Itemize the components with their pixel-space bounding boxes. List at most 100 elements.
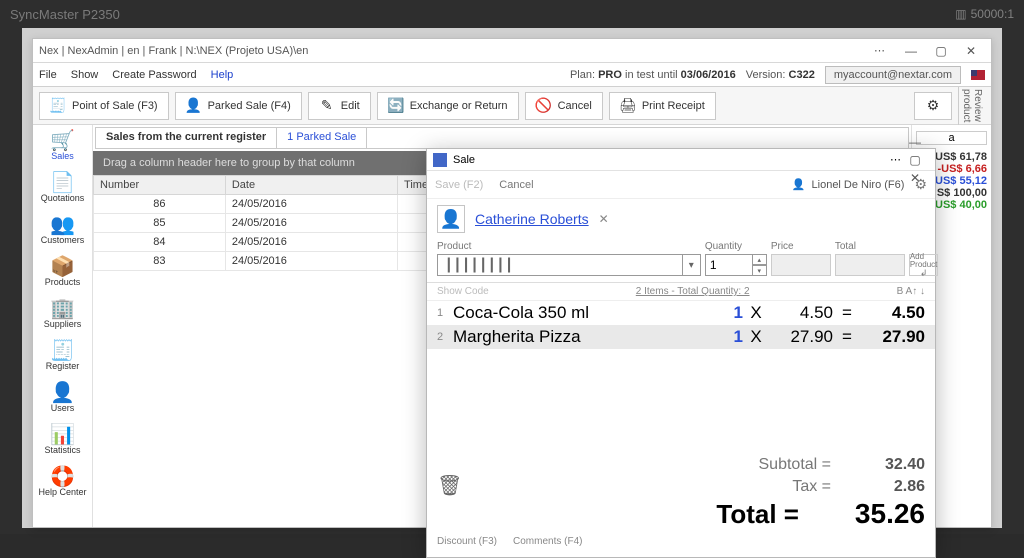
tab-current-register[interactable]: Sales from the current register <box>96 128 277 148</box>
flag-icon[interactable] <box>971 70 985 80</box>
total-value: 35.26 <box>815 498 925 530</box>
sale-minimize-button[interactable]: — <box>901 133 929 151</box>
maximize-button[interactable]: ▢ <box>927 42 955 60</box>
customers-icon: 👥 <box>50 215 75 235</box>
cell: 24/05/2016 <box>225 214 397 233</box>
sale-item-row[interactable]: 2Margherita Pizza1X27.90=27.90 <box>427 325 935 349</box>
monitor-badge: 50000:1 <box>971 7 1014 21</box>
titlebar-dots-icon: ⋯ <box>874 44 887 57</box>
subtotal-label: Subtotal = <box>759 456 832 474</box>
customer-remove-button[interactable]: ✕ <box>599 212 609 226</box>
qty-up-button[interactable]: ▴ <box>753 254 767 265</box>
settings-button[interactable]: ⚙ <box>914 92 952 120</box>
account-button[interactable]: myaccount@nextar.com <box>825 66 961 84</box>
product-input[interactable] <box>519 254 683 276</box>
sidebar-item-label: Quotations <box>41 193 85 203</box>
parked-sale-button[interactable]: 👤Parked Sale (F4) <box>175 92 302 120</box>
cashier-selector[interactable]: 👤Lionel De Niro (F6) <box>792 178 905 191</box>
sale-title: Sale <box>453 154 475 166</box>
sidebar-item-help-center[interactable]: 🛟Help Center <box>33 461 92 503</box>
quantity-input[interactable] <box>705 254 753 276</box>
help center-icon: 🛟 <box>50 467 75 487</box>
quotations-icon: 📄 <box>50 173 75 193</box>
cancel-button[interactable]: 🚫Cancel <box>525 92 603 120</box>
sidebar-item-label: Statistics <box>44 445 80 455</box>
cell: 84 <box>94 233 226 252</box>
product-dropdown-button[interactable]: ▾ <box>683 254 701 276</box>
comments-button[interactable]: Comments (F4) <box>513 536 582 547</box>
item-qty: 1 <box>717 303 743 323</box>
quantity-label: Quantity <box>705 241 767 252</box>
sale-cancel-button[interactable]: Cancel <box>499 179 533 191</box>
menu-show[interactable]: Show <box>71 69 99 81</box>
show-code-toggle[interactable]: Show Code <box>437 286 489 297</box>
review-product[interactable]: Review product <box>958 87 985 125</box>
pos-button[interactable]: 🧾Point of Sale (F3) <box>39 92 169 120</box>
sidebar-item-suppliers[interactable]: 🏢Suppliers <box>33 293 92 335</box>
barcode-icon: |||||||| <box>437 254 519 276</box>
users-icon: 👤 <box>50 383 75 403</box>
qty-down-button[interactable]: ▾ <box>753 265 767 276</box>
delete-item-button[interactable]: 🗑 <box>437 473 462 498</box>
sale-app-icon <box>433 153 447 167</box>
statistics-icon: 📊 <box>50 425 75 445</box>
register-icon: 🧾 <box>50 98 66 114</box>
contrast-icon: ▥ <box>955 7 966 21</box>
discount-button[interactable]: Discount (F3) <box>437 536 497 547</box>
sidebar-item-quotations[interactable]: 📄Quotations <box>33 167 92 209</box>
avatar-icon: 👤 <box>440 209 462 230</box>
cell: 85 <box>94 214 226 233</box>
menu-help[interactable]: Help <box>211 69 234 81</box>
cell: 83 <box>94 252 226 271</box>
sale-save-button[interactable]: Save (F2) <box>435 179 483 191</box>
sidebar-item-products[interactable]: 📦Products <box>33 251 92 293</box>
sidebar-item-label: Register <box>46 361 80 371</box>
menu-create-password[interactable]: Create Password <box>112 69 196 81</box>
sidebar-item-label: Sales <box>51 151 74 161</box>
window-title: Nex | NexAdmin | en | Frank | N:\NEX (Pr… <box>39 45 308 57</box>
sale-titlebar[interactable]: Sale ⋯ — ▢ ✕ <box>427 149 935 171</box>
col-number[interactable]: Number <box>94 176 226 195</box>
titlebar[interactable]: Nex | NexAdmin | en | Frank | N:\NEX (Pr… <box>33 39 991 63</box>
equals-symbol: = <box>839 303 855 323</box>
printer-icon: 🖨 <box>620 98 636 114</box>
sales-icon: 🛒 <box>50 131 75 151</box>
exchange-icon: 🔄 <box>388 98 404 114</box>
print-receipt-button[interactable]: 🖨Print Receipt <box>609 92 716 120</box>
tab-parked-sale[interactable]: 1 Parked Sale <box>277 128 367 148</box>
sidebar-item-label: Suppliers <box>44 319 82 329</box>
item-name: Margherita Pizza <box>453 327 711 347</box>
sale-dots-icon: ⋯ <box>890 153 901 166</box>
sale-window[interactable]: Sale ⋯ — ▢ ✕ Save (F2) Cancel 👤Lionel De… <box>426 148 936 558</box>
add-product-button[interactable]: Add Product↲ <box>909 254 939 276</box>
sale-maximize-button[interactable]: ▢ <box>901 151 929 169</box>
sidebar-item-register[interactable]: 🧾Register <box>33 335 92 377</box>
sidebar-item-customers[interactable]: 👥Customers <box>33 209 92 251</box>
edit-button[interactable]: ✎Edit <box>308 92 371 120</box>
customer-link[interactable]: Catherine Roberts <box>475 211 589 227</box>
item-index: 1 <box>437 307 447 319</box>
user-icon: 👤 <box>792 178 806 191</box>
menu-file[interactable]: File <box>39 69 57 81</box>
minimize-button[interactable]: — <box>897 42 925 60</box>
col-date[interactable]: Date <box>225 176 397 195</box>
exchange-button[interactable]: 🔄Exchange or Return <box>377 92 519 120</box>
sidebar-item-users[interactable]: 👤Users <box>33 377 92 419</box>
register-icon: 🧾 <box>50 341 75 361</box>
item-name: Coca-Cola 350 ml <box>453 303 711 323</box>
sale-item-row[interactable]: 1Coca-Cola 350 ml1X4.50=4.50 <box>427 301 935 325</box>
close-button[interactable]: ✕ <box>957 42 985 60</box>
sidebar-item-statistics[interactable]: 📊Statistics <box>33 419 92 461</box>
sidebar-item-sales[interactable]: 🛒Sales <box>33 125 92 167</box>
customer-avatar[interactable]: 👤 <box>437 205 465 233</box>
sort-controls[interactable]: B A↑ ↓ <box>897 286 925 297</box>
times-symbol: X <box>749 327 763 347</box>
sale-settings-button[interactable]: ⚙ <box>914 176 927 193</box>
pencil-icon: ✎ <box>319 98 335 114</box>
sidebar-item-label: Help Center <box>38 487 86 497</box>
suppliers-icon: 🏢 <box>50 299 75 319</box>
price-input <box>771 254 831 276</box>
sidebar-item-label: Products <box>45 277 81 287</box>
cell: 86 <box>94 195 226 214</box>
times-symbol: X <box>749 303 763 323</box>
